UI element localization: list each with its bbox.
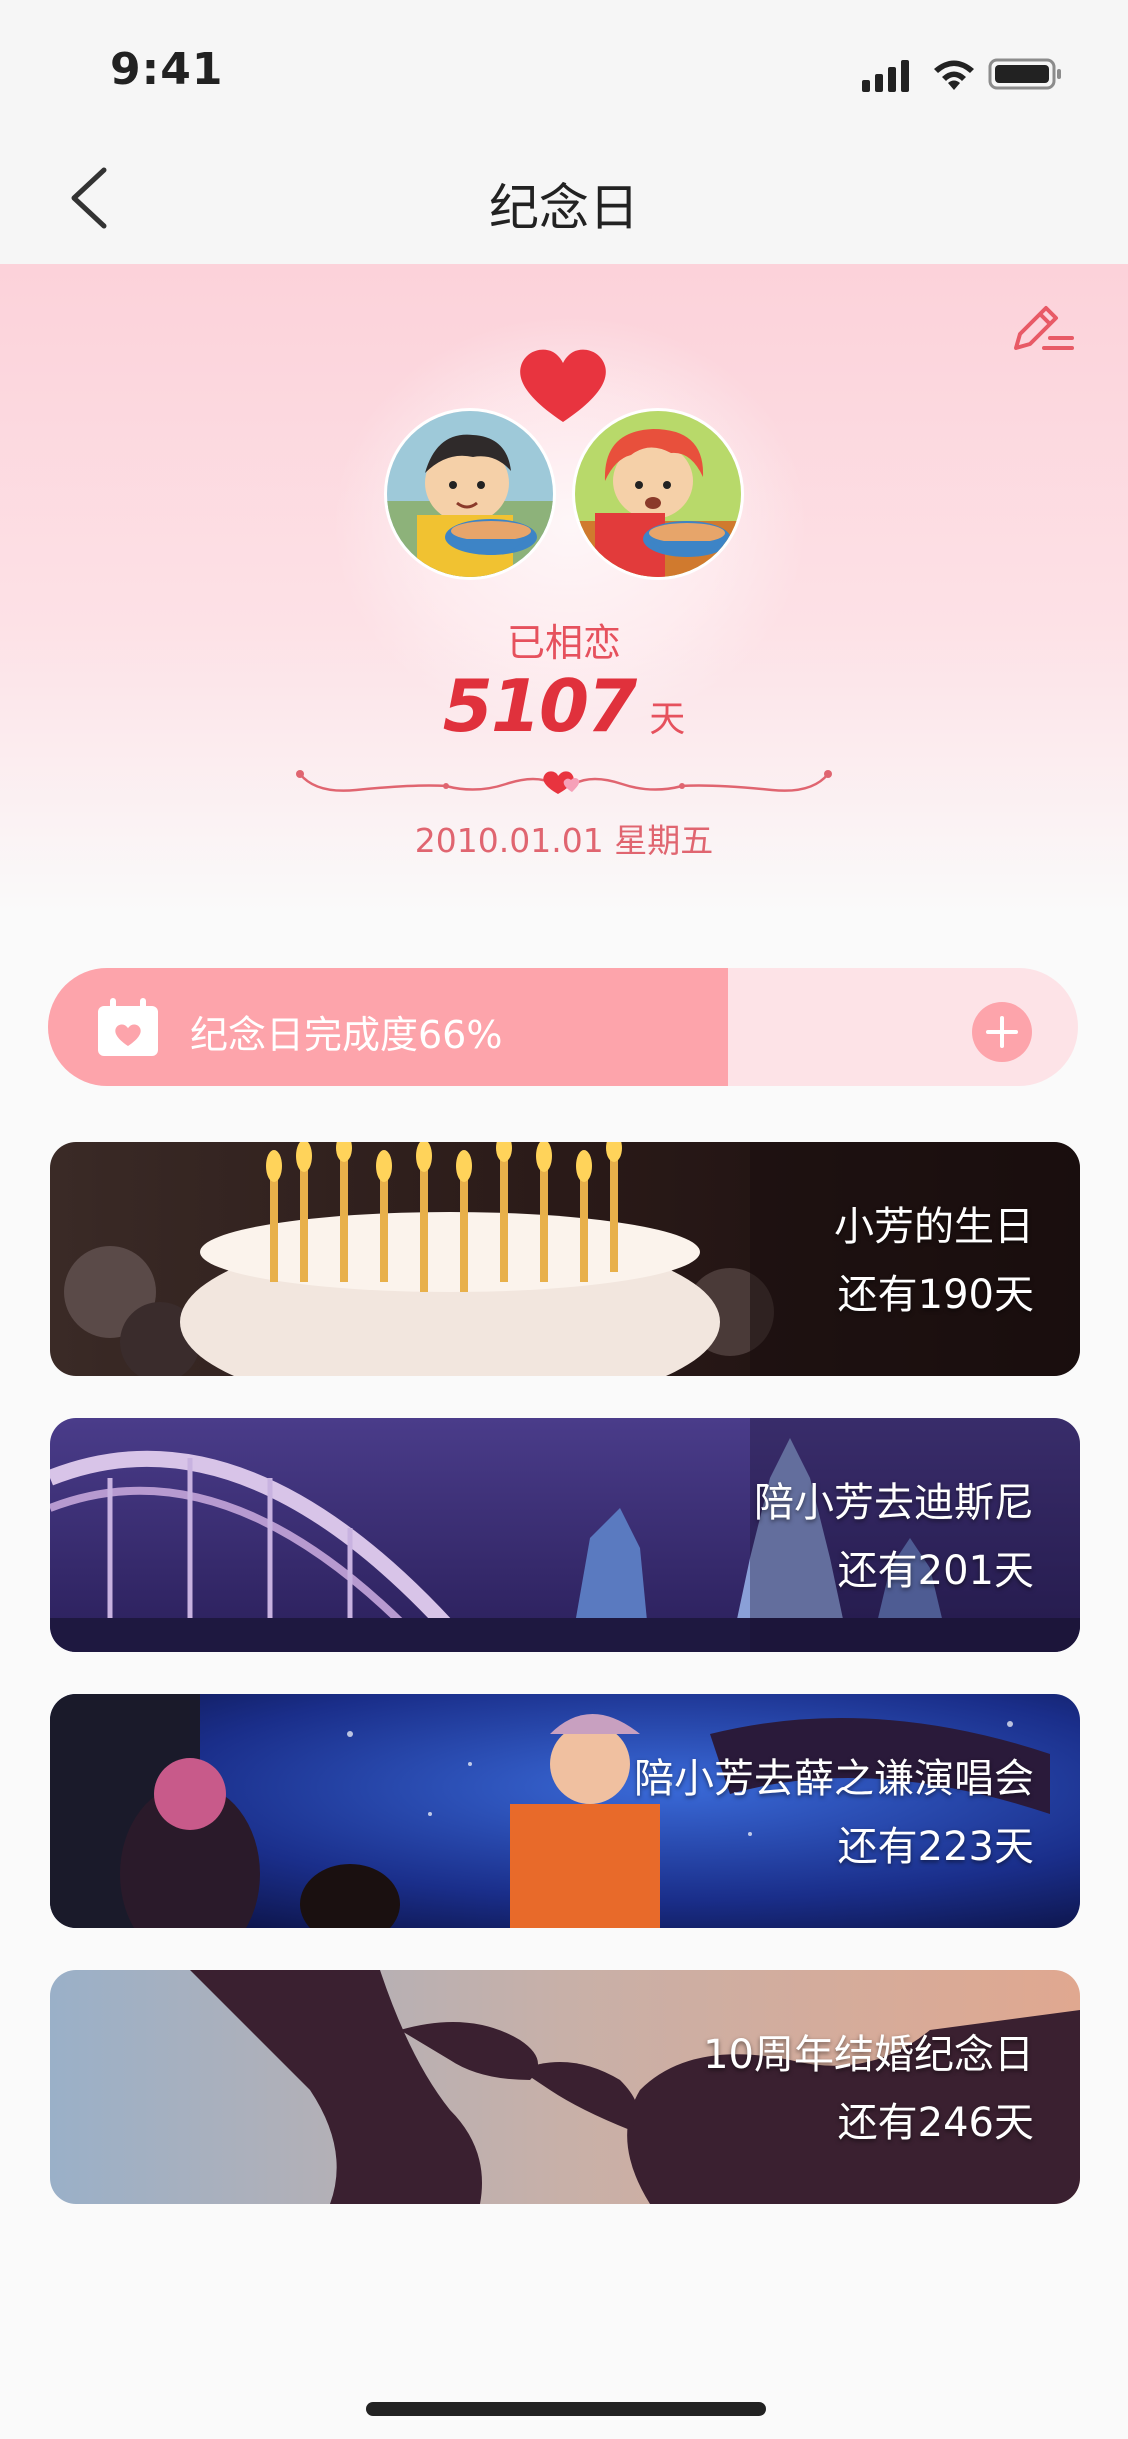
edit-button[interactable] [1008,300,1080,360]
nav-bar: 纪念日 [0,132,1128,264]
battery-icon [988,58,1061,90]
edit-pen-icon [1014,306,1074,350]
event-countdown: 还有201天 [837,1548,1034,1594]
days-number: 5107 [442,664,637,748]
event-card-wedding[interactable]: 10周年结婚纪念日 还有246天 [50,1970,1080,2204]
plus-icon [986,1016,1018,1048]
together-label: 已相恋 [506,621,621,665]
avatar-left[interactable] [384,408,556,580]
start-date: 2010.01.01 星期五 [414,821,714,860]
event-title: 小芳的生日 [834,1204,1034,1250]
calendar-heart-icon [98,998,158,1056]
event-title: 10周年结婚纪念日 [703,2032,1034,2078]
concert-image [50,1694,1080,1928]
progress-label: 纪念日完成度66% [190,1013,503,1057]
girl-avatar-icon [575,411,741,577]
event-title: 陪小芳去薛之谦演唱会 [634,1756,1034,1802]
event-countdown: 还有190天 [837,1272,1034,1318]
heart-divider-icon [296,770,832,794]
event-title: 陪小芳去迪斯尼 [754,1480,1034,1526]
event-card-concert[interactable]: 陪小芳去薛之谦演唱会 还有223天 [50,1694,1080,1928]
status-time: 9:41 [110,44,224,95]
wifi-icon [934,60,974,90]
heart-icon [520,349,606,422]
event-countdown: 还有223天 [837,1824,1034,1870]
days-unit: 天 [649,699,686,740]
event-card-birthday[interactable]: 小芳的生日 还有190天 [50,1142,1080,1376]
progress-bar[interactable]: 纪念日完成度66% [48,968,1078,1086]
amusement-park-image [50,1418,1080,1652]
avatar-right[interactable] [572,408,744,580]
page-title: 纪念日 [489,179,639,237]
home-indicator [366,2402,766,2416]
status-bar: 9:41 [0,0,1128,132]
add-anniversary-button[interactable] [972,1002,1032,1062]
status-icons [862,58,1061,92]
days-counter: 5107 天 [0,664,1128,748]
pinky-promise-image [50,1970,1080,2204]
cellular-signal-icon [862,60,909,92]
boy-avatar-icon [387,411,553,577]
hero-section: 已相恋 5107 天 2010.01.01 星期五 [0,264,1128,914]
event-countdown: 还有246天 [837,2100,1034,2146]
event-card-disney[interactable]: 陪小芳去迪斯尼 还有201天 [50,1418,1080,1652]
birthday-cake-image [50,1142,1080,1376]
